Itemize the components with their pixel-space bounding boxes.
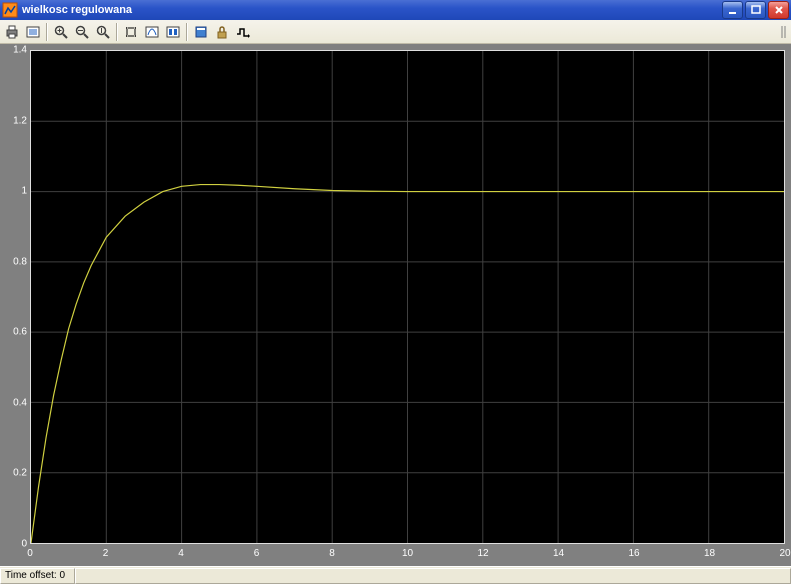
toolbar-separator: [116, 23, 118, 41]
x-tick-label: 16: [628, 548, 639, 559]
parameters-button[interactable]: [23, 22, 43, 42]
close-button[interactable]: [768, 1, 789, 19]
signal-selection-button[interactable]: [233, 22, 253, 42]
toolbar: [0, 20, 791, 44]
zoom-in-button[interactable]: [51, 22, 71, 42]
x-tick-label: 4: [178, 548, 184, 559]
x-tick-label: 6: [254, 548, 260, 559]
x-tick-label: 20: [779, 548, 790, 559]
axes: 00.20.40.60.811.21.4 02468101214161820: [6, 50, 785, 562]
x-tick-label: 8: [329, 548, 335, 559]
zoom-x-button[interactable]: [72, 22, 92, 42]
y-tick-label: 1: [21, 186, 27, 197]
y-tick-label: 0: [21, 539, 27, 550]
plot-canvas[interactable]: [30, 50, 785, 544]
restore-axes-button[interactable]: [163, 22, 183, 42]
minimize-button[interactable]: [722, 1, 743, 19]
x-tick-label: 10: [402, 548, 413, 559]
x-axis: 02468101214161820: [30, 548, 785, 562]
floating-scope-button[interactable]: [191, 22, 211, 42]
y-axis: 00.20.40.60.811.21.4: [6, 50, 30, 544]
statusbar: Time offset: 0: [0, 566, 791, 584]
status-time-offset: Time offset: 0: [0, 568, 75, 584]
lock-axes-button[interactable]: [212, 22, 232, 42]
x-tick-label: 2: [103, 548, 109, 559]
x-tick-label: 14: [553, 548, 564, 559]
status-value: 0: [59, 570, 65, 581]
save-axes-button[interactable]: [142, 22, 162, 42]
toolbar-separator: [46, 23, 48, 41]
titlebar: wielkosc regulowana: [0, 0, 791, 20]
x-tick-label: 12: [477, 548, 488, 559]
toolbar-grip: [779, 23, 789, 41]
y-tick-label: 0.2: [13, 468, 27, 479]
app-icon: [2, 2, 18, 18]
zoom-y-button[interactable]: [93, 22, 113, 42]
y-tick-label: 1.4: [13, 45, 27, 56]
toolbar-separator: [186, 23, 188, 41]
window-title: wielkosc regulowana: [22, 4, 722, 16]
scope-window: wielkosc regulowana 0 0.2 0.4 0.6 0.8 1 1.2 1.4: [0, 0, 791, 584]
x-tick-label: 18: [704, 548, 715, 559]
y-tick-label: 0.4: [13, 397, 27, 408]
y-tick-label: 0.6: [13, 327, 27, 338]
x-tick-label: 0: [27, 548, 33, 559]
y-tick-label: 0.8: [13, 256, 27, 267]
window-buttons: [722, 1, 789, 19]
status-empty: [75, 568, 791, 584]
autoscale-button[interactable]: [121, 22, 141, 42]
print-button[interactable]: [2, 22, 22, 42]
maximize-button[interactable]: [745, 1, 766, 19]
y-tick-label: 1.2: [13, 115, 27, 126]
plot-area: 0 0.2 0.4 0.6 0.8 1 1.2 1.4 0 2 4 6 8 10 12 14 16 18 20: [0, 44, 791, 566]
status-label: Time offset:: [5, 570, 57, 581]
